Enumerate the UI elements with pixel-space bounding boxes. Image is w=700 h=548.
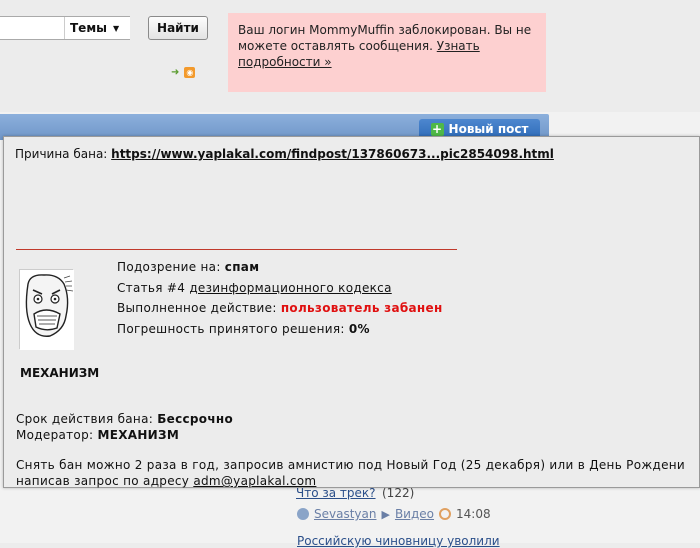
- ban-reason-link[interactable]: https://www.yaplakal.com/findpost/137860…: [111, 147, 554, 161]
- topic-select-label: Темы: [70, 21, 107, 35]
- topic-meta: Sevastyan ▶ Видео 14:08: [297, 507, 491, 521]
- moderator-row: Модератор: МЕХАНИЗМ: [16, 427, 233, 443]
- suspicion-label: Подозрение на:: [117, 260, 225, 274]
- action-value: пользователь забанен: [280, 301, 443, 315]
- term-value: Бессрочно: [157, 412, 234, 426]
- section-link[interactable]: Видео: [395, 507, 434, 521]
- chevron-down-icon: ▼: [112, 23, 120, 33]
- divider: [16, 249, 457, 250]
- new-post-label: Новый пост: [448, 122, 529, 136]
- suspicion-value: спам: [224, 260, 260, 274]
- next-topic-link[interactable]: Российскую чиновницу уволили: [297, 534, 500, 548]
- forward-icon[interactable]: ➜: [171, 67, 179, 78]
- amnesty-line-2: написав запрос по адресу adm@yaplakal.co…: [16, 473, 685, 489]
- moderator-name: МЕХАНИЗМ: [20, 366, 100, 380]
- amnesty-info: Снять бан можно 2 раза в год, запросив а…: [16, 457, 685, 489]
- topic-time: 14:08: [456, 507, 491, 521]
- amnesty-prefix: написав запрос по адресу: [16, 474, 194, 488]
- ban-popup: Причина бана: https://www.yaplakal.com/f…: [3, 136, 700, 488]
- suspicion-row: Подозрение на: спам: [117, 257, 443, 278]
- moderator-avatar: [19, 269, 74, 350]
- email-link[interactable]: adm@yaplakal.com: [193, 474, 316, 488]
- article-link[interactable]: дезинформационного кодекса: [189, 281, 391, 295]
- article-row: Статья #4 дезинформационного кодекса: [117, 278, 443, 299]
- ban-reason-label: Причина бана:: [15, 147, 112, 161]
- term-label: Срок действия бана:: [16, 412, 158, 426]
- author-link[interactable]: Sevastyan: [314, 507, 376, 521]
- article-label: Статья #4: [117, 280, 190, 295]
- video-icon: ▶: [381, 507, 390, 521]
- moderator-label: Модератор:: [16, 428, 98, 442]
- find-button[interactable]: Найти: [148, 16, 208, 40]
- error-row: Погрешность принятого решения: 0%: [117, 319, 443, 340]
- ban-term: Срок действия бана: Бессрочно Модератор:…: [16, 411, 233, 443]
- action-label: Выполненное действие:: [117, 301, 281, 315]
- term-row: Срок действия бана: Бессрочно: [16, 411, 233, 427]
- topic-select[interactable]: Темы ▼: [64, 17, 130, 39]
- error-label: Погрешность принятого решения:: [117, 321, 349, 336]
- ban-details: Подозрение на: спам Статья #4 дезинформа…: [117, 257, 443, 339]
- rage-face-icon: [20, 270, 74, 350]
- ban-notice-text: Ваш логин MommyMuffin заблокирован. Вы н…: [238, 23, 532, 53]
- error-value: 0%: [348, 321, 370, 336]
- user-icon: [297, 508, 309, 520]
- moderator-value: МЕХАНИЗМ: [97, 428, 180, 442]
- plus-icon: +: [430, 121, 444, 136]
- action-row: Выполненное действие: пользователь забан…: [117, 298, 443, 319]
- ban-reason: Причина бана: https://www.yaplakal.com/f…: [15, 147, 554, 161]
- clock-icon: [439, 508, 452, 520]
- rss-icon[interactable]: ◉: [184, 67, 196, 78]
- ban-notice: Ваш логин MommyMuffin заблокирован. Вы н…: [228, 13, 546, 92]
- feed-icons: ➜ ◉: [171, 67, 196, 78]
- amnesty-line-1: Снять бан можно 2 раза в год, запросив а…: [16, 458, 685, 472]
